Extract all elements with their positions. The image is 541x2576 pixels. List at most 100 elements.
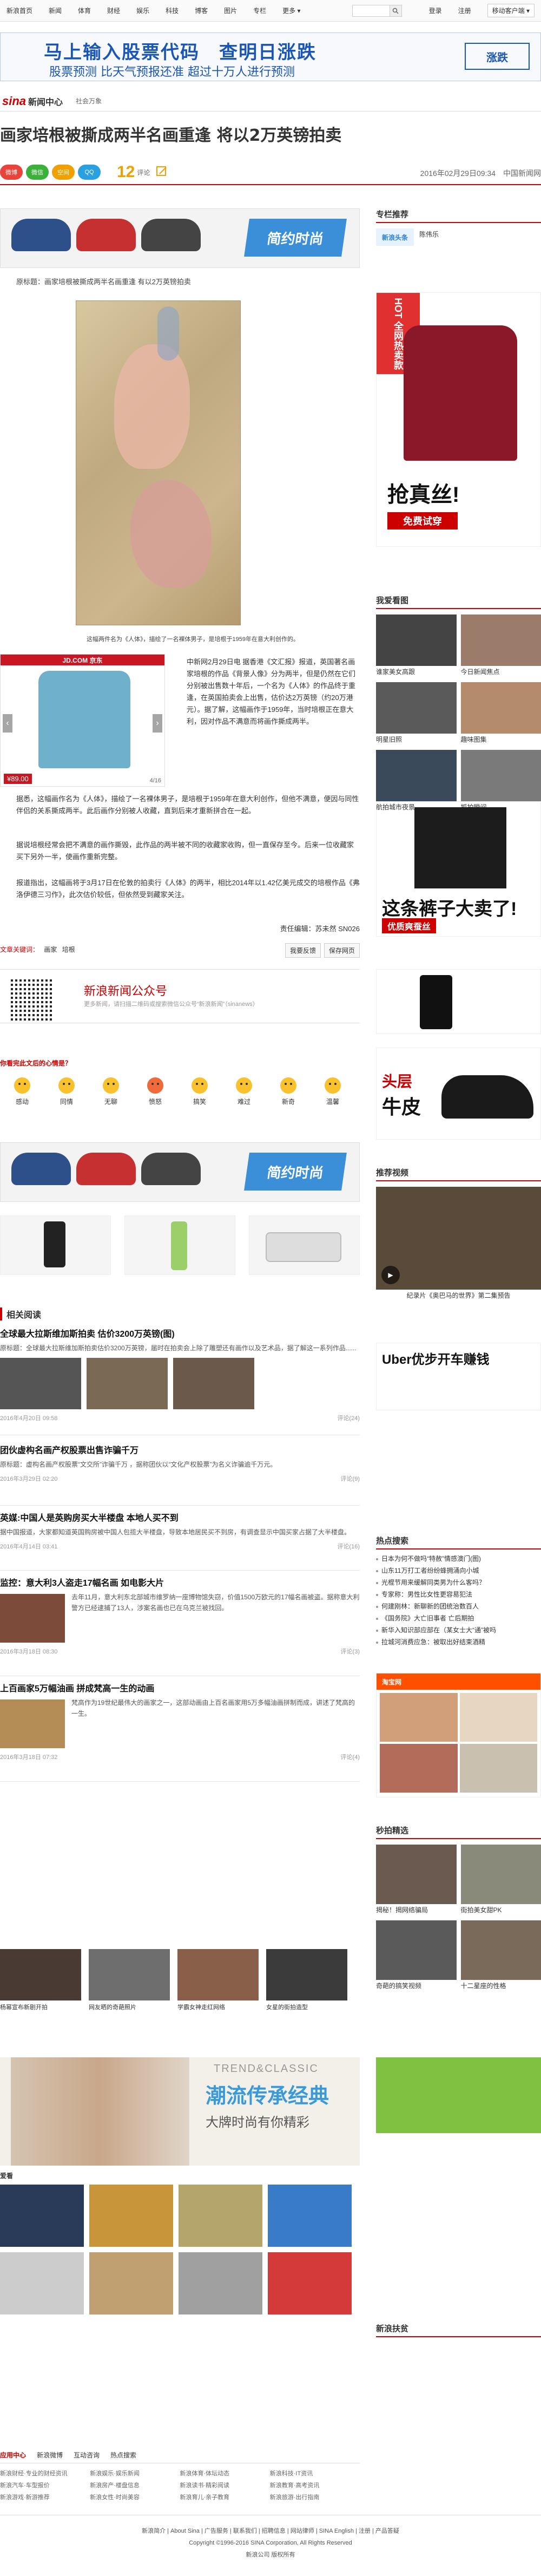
edit-icon[interactable] bbox=[155, 165, 168, 180]
comment-label[interactable]: 评论 bbox=[137, 168, 150, 177]
sec-item[interactable]: 揭秘！揭网络骗局 bbox=[376, 1845, 457, 1916]
shoes-ad[interactable]: 牛皮 头层 bbox=[376, 1048, 541, 1140]
tab-app-center[interactable]: 应用中心 bbox=[0, 2447, 26, 2463]
related-item[interactable]: 团伙虚构名画产权股票出售诈骗千万 原标题：虚构名画产权股票“文交所”诈骗千万 ，… bbox=[0, 1443, 360, 1483]
nav-item-photo[interactable]: 图片 bbox=[224, 6, 237, 15]
search-icon[interactable] bbox=[390, 4, 402, 17]
search-input[interactable] bbox=[352, 4, 390, 17]
hot-item[interactable]: 《国务院》大亡旧事者 亡后期拍 bbox=[376, 1612, 541, 1624]
video-thumb[interactable]: ▶ bbox=[376, 1187, 541, 1290]
footer-link[interactable]: 新浪读书·精彩阅读 bbox=[180, 2481, 270, 2489]
nav-item-blog[interactable]: 博客 bbox=[195, 6, 208, 15]
taobao-image[interactable] bbox=[459, 1744, 537, 1793]
qq-share-icon[interactable]: QQ bbox=[78, 165, 101, 180]
tag-link[interactable]: 画家 bbox=[44, 946, 57, 953]
photo-item[interactable]: 今日新闻焦点 bbox=[460, 614, 541, 678]
footer-link[interactable]: 新浪财经·专业的财经资讯 bbox=[0, 2469, 90, 2477]
taobao-image[interactable] bbox=[380, 1744, 458, 1793]
footer-link[interactable]: 新浪娱乐·娱乐新闻 bbox=[90, 2469, 180, 2477]
footer-link[interactable]: 新浪房产·楼盘信息 bbox=[90, 2481, 180, 2489]
grid-image[interactable] bbox=[268, 2185, 352, 2247]
sec-item[interactable]: 十二星座的性格 bbox=[460, 1920, 541, 1992]
related-comments[interactable]: 评论(9) bbox=[341, 1474, 360, 1483]
footer-link[interactable]: 新浪女性·时尚美容 bbox=[90, 2493, 180, 2501]
fashion-ad[interactable]: TREND&CLASSIC 潮流传承经典 大牌时尚有你精彩 bbox=[0, 2057, 360, 2166]
related-item[interactable]: 监控：意大利3人盗走17幅名画 如电影大片 去年11月，意大利东北部城市维罗纳一… bbox=[0, 1575, 360, 1656]
hot-item[interactable]: 山东11万打工者纷纷蜂拥涌向小城 bbox=[376, 1565, 541, 1577]
sec-item[interactable]: 街拍美女甜PK bbox=[460, 1845, 541, 1916]
mood-item[interactable]: 同情 bbox=[44, 1077, 89, 1106]
tab-weibo[interactable]: 新浪微博 bbox=[37, 2447, 63, 2463]
hot-item[interactable]: 专家称：男性比女性更容易犯法 bbox=[376, 1588, 541, 1600]
grid-image[interactable] bbox=[179, 2252, 262, 2315]
grid-image[interactable] bbox=[179, 2185, 262, 2247]
nav-item-finance[interactable]: 财经 bbox=[107, 6, 120, 15]
related-item[interactable]: 英媒:中国人是英购房买大半楼盘 本地人买不到 据中国报道，大家都知道英国购房被中… bbox=[0, 1511, 360, 1551]
sina-logo[interactable]: sina bbox=[2, 94, 26, 108]
hot-item[interactable]: 光棍节用来缓解同类男为什么客吗？ bbox=[376, 1577, 541, 1588]
recommend-text[interactable]: 陈伟乐 bbox=[419, 228, 439, 246]
related-comments[interactable]: 评论(24) bbox=[337, 1414, 360, 1422]
grid-image[interactable] bbox=[0, 2252, 84, 2315]
nav-item-sports[interactable]: 体育 bbox=[78, 6, 91, 15]
nav-item-news[interactable]: 新闻 bbox=[49, 6, 62, 15]
phone-ad[interactable] bbox=[0, 1215, 111, 1275]
comment-count[interactable]: 12 bbox=[117, 163, 135, 181]
mood-item[interactable]: 新奇 bbox=[266, 1077, 311, 1106]
thumb-image[interactable] bbox=[173, 1358, 254, 1409]
van-ad[interactable] bbox=[249, 1215, 360, 1275]
related-comments[interactable]: 评论(16) bbox=[337, 1542, 360, 1551]
article-source[interactable]: 中国新闻网 bbox=[503, 169, 541, 178]
free-try-button[interactable]: 免费试穿 bbox=[387, 512, 458, 529]
stock-banner-ad[interactable]: 马上输入股票代码 查明日涨跌 股票预测 比天气预报还准 超过十万人进行预测 涨跌 bbox=[0, 32, 541, 81]
footer-links[interactable]: 新浪简介 | About Sina | 广告服务 | 联系我们 | 招聘信息 |… bbox=[0, 2525, 541, 2537]
qzone-share-icon[interactable]: 空间 bbox=[52, 165, 75, 180]
footer-link[interactable]: 新浪游戏·新游推荐 bbox=[0, 2493, 90, 2501]
taobao-image[interactable] bbox=[459, 1693, 537, 1742]
recommend-row[interactable]: 新浪头条 陈伟乐 bbox=[376, 228, 541, 246]
thumb-image[interactable] bbox=[87, 1358, 168, 1409]
silk-shirt-ad[interactable]: HOT 全网热卖款 抢真丝! 免费试穿 bbox=[376, 292, 541, 547]
gallery-item[interactable]: 女星的街拍造型 bbox=[266, 1949, 347, 2011]
grid-image[interactable] bbox=[89, 2185, 173, 2247]
related-headline[interactable]: 全球最大拉斯维加斯拍卖 估价3200万英镑(图) bbox=[0, 1326, 360, 1339]
mood-item[interactable]: 感动 bbox=[0, 1077, 44, 1106]
cosmetic-ad[interactable] bbox=[124, 1215, 235, 1275]
thumb-image[interactable] bbox=[0, 1594, 65, 1643]
news-center-logo[interactable]: 新闻中心 bbox=[28, 95, 63, 108]
tab-interact[interactable]: 互动咨询 bbox=[74, 2447, 100, 2463]
photo-item[interactable]: 趣味图集 bbox=[460, 682, 541, 746]
video-caption[interactable]: 纪录片《奥巴马的世界》第二集预告 bbox=[376, 1290, 541, 1302]
green-ad[interactable] bbox=[376, 2057, 541, 2133]
footer-link[interactable]: 新浪科技·IT资讯 bbox=[270, 2469, 360, 2477]
nav-item-more[interactable]: 更多 ▾ bbox=[282, 6, 300, 15]
shoe-ad-mid[interactable]: 简约时尚 bbox=[0, 1142, 360, 1202]
hot-item[interactable]: 何建刚林：新聊新的团统治数百人 bbox=[376, 1600, 541, 1612]
hot-item[interactable]: 日本为何不做吗“特赦”情感澳门(图) bbox=[376, 1553, 541, 1565]
weibo-share-icon[interactable]: 微博 bbox=[0, 165, 23, 180]
hot-item[interactable]: 拉城河消费应急：被取出好结束酒精 bbox=[376, 1636, 541, 1648]
tag-link[interactable]: 培根 bbox=[62, 946, 75, 953]
footer-link[interactable]: 新浪汽车·车型报价 bbox=[0, 2481, 90, 2489]
phone-side-ad[interactable] bbox=[376, 969, 541, 1034]
nav-item-home[interactable]: 新浪首页 bbox=[6, 6, 32, 15]
pants-ad[interactable]: 这条裤子大卖了! 优质爽蚕丝 bbox=[376, 801, 541, 937]
nav-item-column[interactable]: 专栏 bbox=[253, 6, 266, 15]
photo-item[interactable]: 谁家美女高跟 bbox=[376, 614, 457, 678]
nav-item-tech[interactable]: 科技 bbox=[166, 6, 179, 15]
gallery-item[interactable]: 学霸女神走红网络 bbox=[177, 1949, 259, 2011]
hot-item[interactable]: 新华入知识部应部在（某女士大“通”被吗 bbox=[376, 1624, 541, 1636]
gallery-item[interactable]: 杨幂宣布新剧开拍 bbox=[0, 1949, 81, 2011]
related-headline[interactable]: 英媒:中国人是英购房买大半楼盘 本地人买不到 bbox=[0, 1511, 360, 1524]
feedback-button[interactable]: 我要反馈 bbox=[285, 943, 321, 958]
next-arrow-icon[interactable]: › bbox=[153, 714, 162, 733]
uber-ad[interactable]: Uber优步开车赚钱 bbox=[376, 1343, 541, 1410]
wechat-share-icon[interactable]: 微信 bbox=[26, 165, 49, 180]
login-link[interactable]: 登录 bbox=[429, 6, 442, 15]
related-headline[interactable]: 监控：意大利3人盗走17幅名画 如电影大片 bbox=[0, 1575, 360, 1588]
grid-image[interactable] bbox=[0, 2185, 84, 2247]
footer-link[interactable]: 新浪体育·体坛动态 bbox=[180, 2469, 270, 2477]
footer-link[interactable]: 新浪旅游·出行指南 bbox=[270, 2493, 360, 2501]
mood-item[interactable]: 温馨 bbox=[311, 1077, 355, 1106]
mobile-client-link[interactable]: 移动客户端 ▾ bbox=[487, 4, 535, 17]
